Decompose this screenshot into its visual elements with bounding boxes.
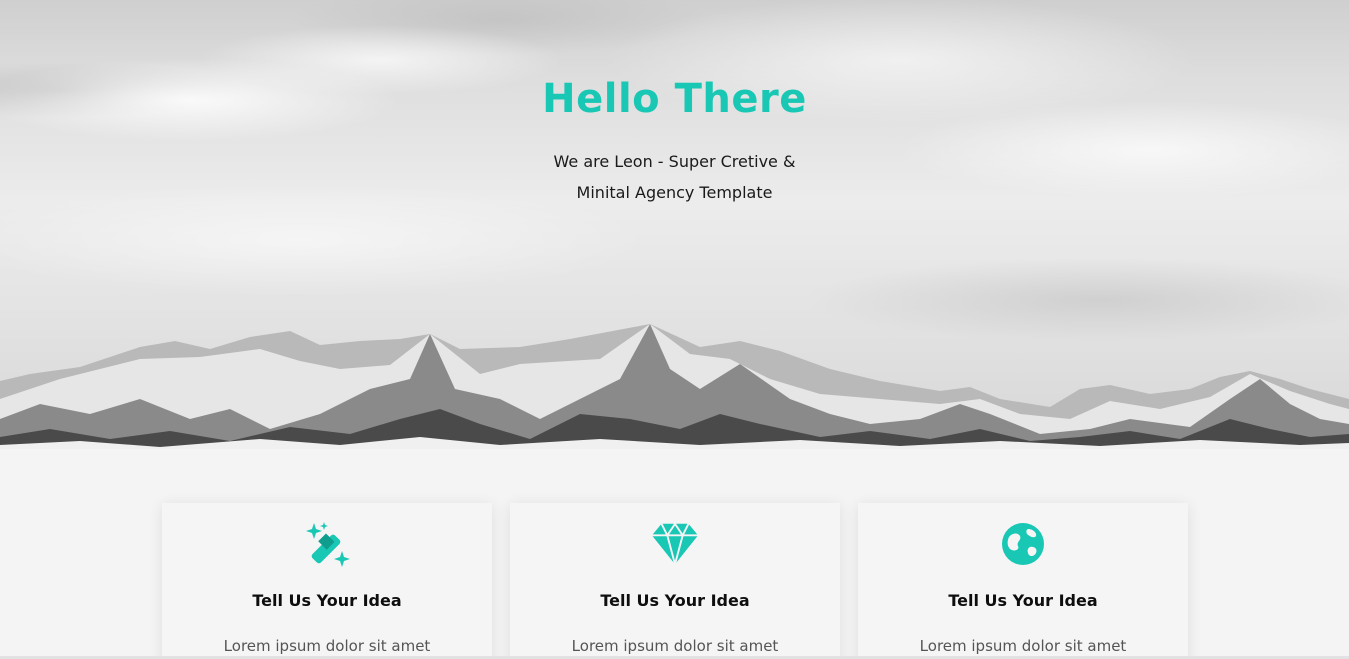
diamond-icon bbox=[650, 519, 700, 569]
feature-card-text: Lorem ipsum dolor sit amet bbox=[223, 637, 431, 655]
feature-card-title: Tell Us Your Idea bbox=[252, 591, 402, 610]
hero-subtitle-line-1: We are Leon - Super Cretive & bbox=[553, 152, 796, 171]
feature-card: Tell Us Your Idea Lorem ipsum dolor sit … bbox=[162, 503, 492, 659]
feature-card-title: Tell Us Your Idea bbox=[948, 591, 1098, 610]
feature-card-text: Lorem ipsum dolor sit amet bbox=[571, 637, 779, 655]
hero-title: Hello There bbox=[542, 76, 807, 122]
hero-section: Hello There We are Leon - Super Cretive … bbox=[0, 0, 1349, 449]
feature-card-text: Lorem ipsum dolor sit amet bbox=[919, 637, 1127, 655]
feature-card: Tell Us Your Idea Lorem ipsum dolor sit … bbox=[510, 503, 840, 659]
hero-subtitle-line-2: Minital Agency Template bbox=[576, 183, 773, 202]
globe-icon bbox=[998, 519, 1048, 569]
hero-subtitle: We are Leon - Super Cretive & Minital Ag… bbox=[0, 146, 1349, 208]
feature-cards: Tell Us Your Idea Lorem ipsum dolor sit … bbox=[162, 503, 1188, 659]
mountain-range-image bbox=[0, 324, 1349, 449]
feature-card-title: Tell Us Your Idea bbox=[600, 591, 750, 610]
magic-wand-icon bbox=[302, 519, 352, 569]
feature-card: Tell Us Your Idea Lorem ipsum dolor sit … bbox=[858, 503, 1188, 659]
